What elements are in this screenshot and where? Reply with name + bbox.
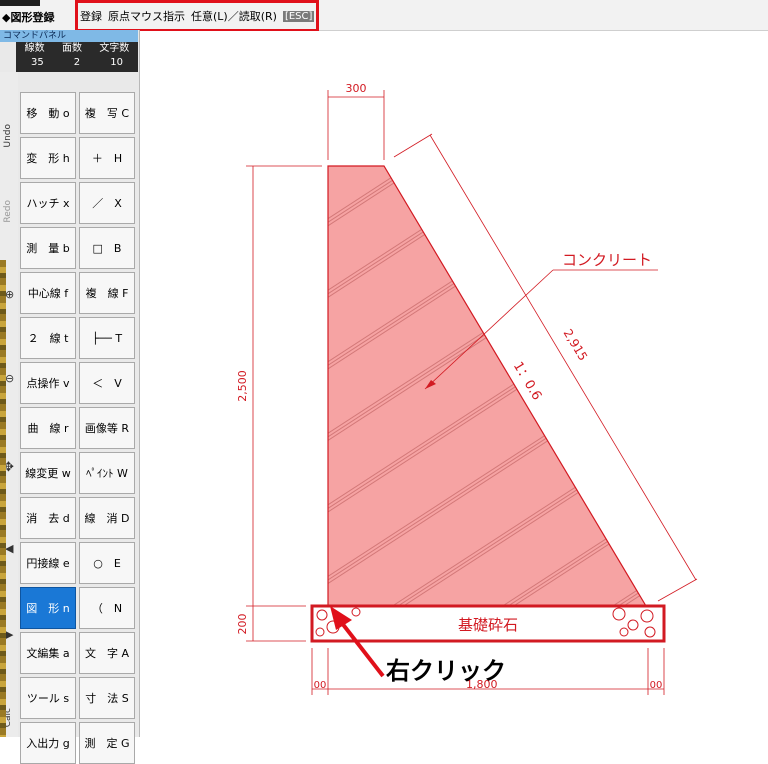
- command-button-4-1[interactable]: 複 線 F: [79, 272, 135, 314]
- stats-box: 線数 面数 文字数 35 2 10: [16, 42, 138, 72]
- stat-value-faces: 2: [73, 57, 81, 68]
- command-button-11-0[interactable]: 図 形 n: [20, 587, 76, 629]
- command-button-12-1[interactable]: 文 字 A: [79, 632, 135, 674]
- command-button-14-0[interactable]: 入出力 g: [20, 722, 76, 764]
- command-button-8-1[interactable]: ﾍﾟｲﾝﾄ W: [79, 452, 135, 494]
- concrete-body: [327, 165, 648, 607]
- command-button-6-1[interactable]: ＜ V: [79, 362, 135, 404]
- dim-top-width: 300: [346, 82, 367, 95]
- dim-right-offset: 00: [650, 680, 663, 691]
- command-button-14-1[interactable]: 測 定 G: [79, 722, 135, 764]
- command-button-9-1[interactable]: 線 消 D: [79, 497, 135, 539]
- command-button-2-0[interactable]: ハッチ x: [20, 182, 76, 224]
- highlight-annotation: [75, 0, 319, 32]
- command-button-8-0[interactable]: 線変更 w: [20, 452, 76, 494]
- background-photo-edge: [0, 260, 6, 737]
- command-button-2-1[interactable]: ／ X: [79, 182, 135, 224]
- command-button-3-0[interactable]: 測 量 b: [20, 227, 76, 269]
- command-button-11-1[interactable]: （ N: [79, 587, 135, 629]
- dim-slope-length: 2,915: [561, 327, 591, 364]
- scroll-right-icon[interactable]: ▶: [5, 628, 13, 641]
- command-button-5-1[interactable]: ├── T: [79, 317, 135, 359]
- concrete-label: コンクリート: [562, 251, 652, 269]
- dim-height: 2,500: [236, 370, 249, 402]
- command-button-7-1[interactable]: 画像等 R: [79, 407, 135, 449]
- zoom-out-icon[interactable]: ⊖: [5, 372, 14, 385]
- dim-base-height: 200: [236, 614, 249, 635]
- command-button-10-0[interactable]: 円接線 e: [20, 542, 76, 584]
- command-button-7-0[interactable]: 曲 線 r: [20, 407, 76, 449]
- stat-header-faces: 面数: [61, 43, 82, 54]
- stat-value-lines: 35: [31, 57, 44, 68]
- window-titlebar: [0, 0, 40, 6]
- zoom-in-icon[interactable]: ⊕: [5, 288, 14, 301]
- base-gravel-label: 基礎砕石: [458, 616, 518, 634]
- app-title: ◆図形登録: [2, 11, 55, 24]
- stat-header-lines: 線数: [24, 43, 45, 54]
- command-button-1-0[interactable]: 変 形 h: [20, 137, 76, 179]
- stat-value-chars: 10: [110, 57, 123, 68]
- command-button-0-0[interactable]: 移 動 o: [20, 92, 76, 134]
- command-button-0-1[interactable]: 複 写 C: [79, 92, 135, 134]
- command-button-9-0[interactable]: 消 去 d: [20, 497, 76, 539]
- command-button-10-1[interactable]: ○ E: [79, 542, 135, 584]
- command-button-4-0[interactable]: 中心線 f: [20, 272, 76, 314]
- command-button-3-1[interactable]: □ B: [79, 227, 135, 269]
- command-button-13-1[interactable]: 寸 法 S: [79, 677, 135, 719]
- command-button-5-0[interactable]: ２ 線 t: [20, 317, 76, 359]
- command-button-6-0[interactable]: 点操作 v: [20, 362, 76, 404]
- command-button-1-1[interactable]: ＋ H: [79, 137, 135, 179]
- redo-button[interactable]: Redo: [3, 200, 13, 223]
- dim-left-offset: 00: [314, 680, 327, 691]
- command-button-13-0[interactable]: ツール s: [20, 677, 76, 719]
- stat-header-chars: 文字数: [99, 43, 130, 54]
- panel-title: コマンドパネル: [0, 30, 138, 42]
- right-click-annotation: 右クリック: [386, 657, 506, 685]
- cad-drawing: 300 2,500 200 2,915 1：0.6 コンクリート 基礎砕石 00…: [236, 82, 698, 695]
- command-button-12-0[interactable]: 文編集 a: [20, 632, 76, 674]
- scroll-left-icon[interactable]: ◀: [5, 542, 13, 555]
- undo-button[interactable]: Undo: [3, 124, 13, 148]
